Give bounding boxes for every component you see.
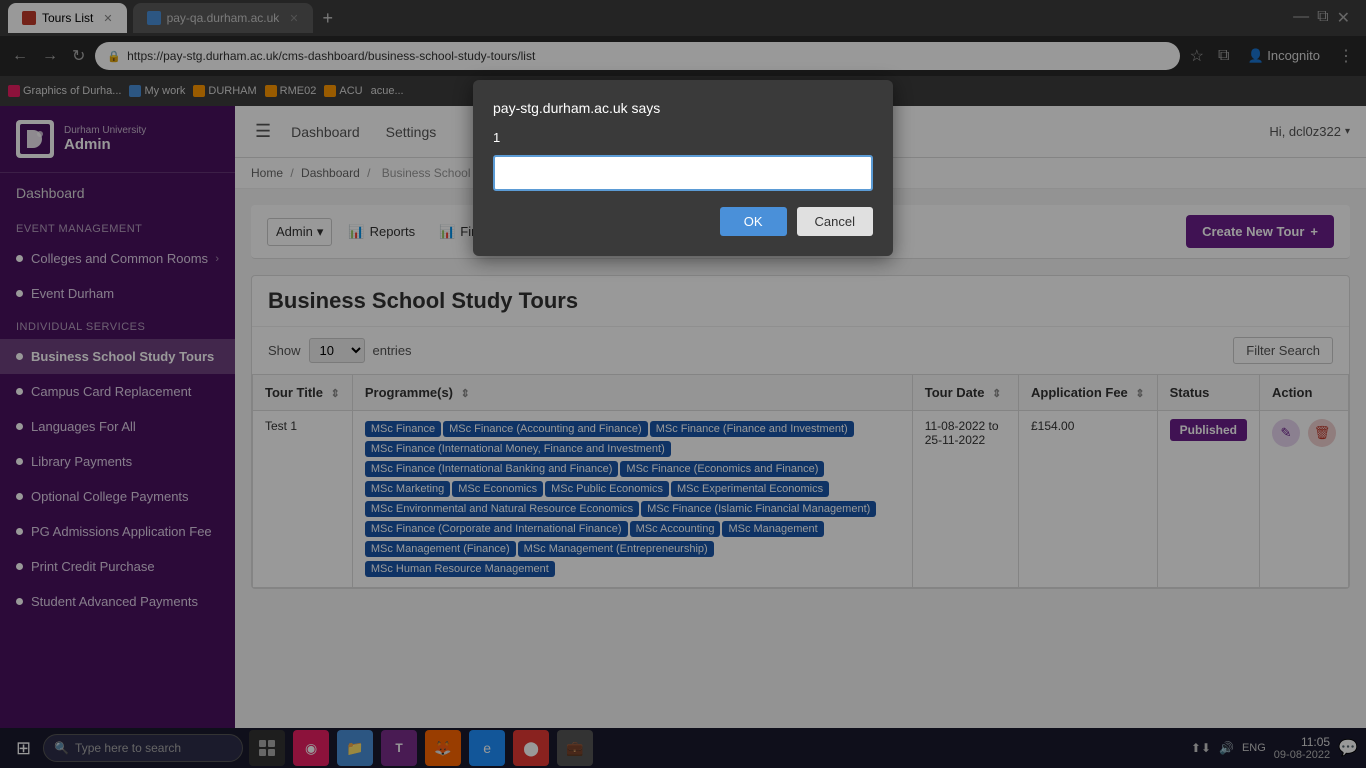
modal-cancel-button[interactable]: Cancel (797, 207, 873, 236)
modal-buttons: OK Cancel (493, 207, 873, 236)
modal-title: pay-stg.durham.ac.uk says (493, 100, 873, 116)
modal-ok-button[interactable]: OK (720, 207, 787, 236)
modal-number: 1 (493, 130, 873, 145)
modal-input[interactable] (493, 155, 873, 191)
modal-dialog: pay-stg.durham.ac.uk says 1 OK Cancel (473, 80, 893, 256)
modal-overlay: pay-stg.durham.ac.uk says 1 OK Cancel (0, 0, 1366, 768)
